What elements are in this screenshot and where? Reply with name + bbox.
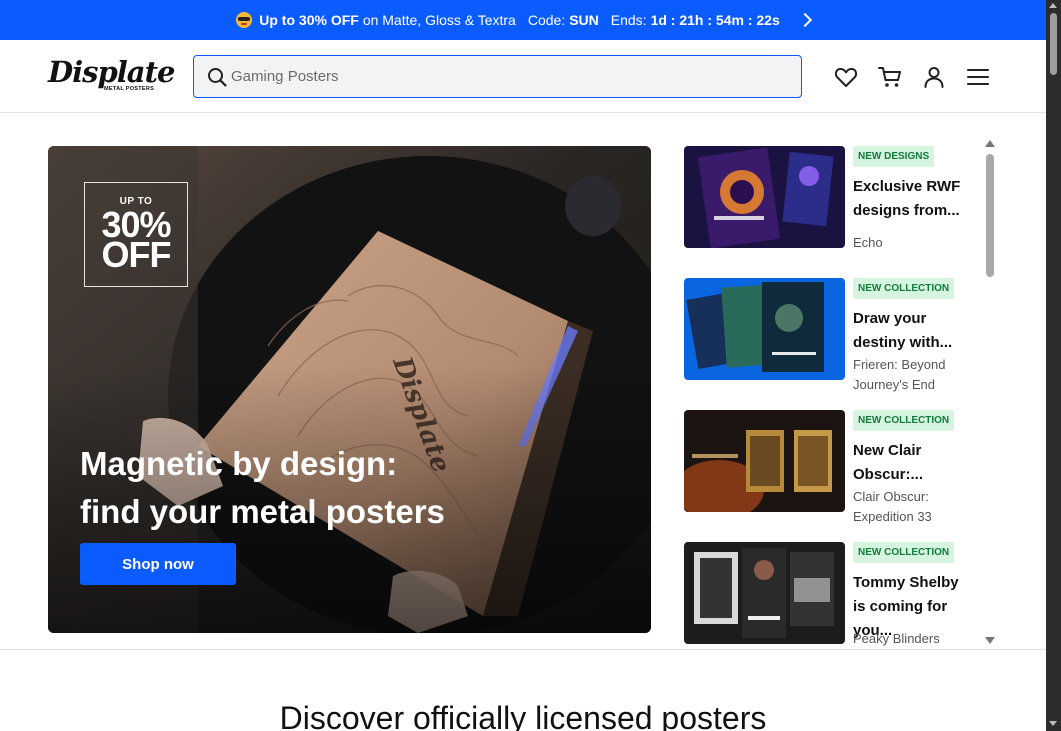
heart-icon[interactable] [833,64,859,90]
menu-icon[interactable] [965,64,991,90]
search-input[interactable] [231,68,791,85]
discount-badge: UP TO 30% OFF [84,182,188,287]
card-thumbnail [684,278,845,380]
discover-heading: Discover officially licensed posters [279,700,767,731]
site-header: Displate METAL POSTERS [0,40,1046,113]
card-tag: NEW COLLECTION [853,542,955,563]
list-item[interactable]: NEW COLLECTION New Clair Obscur:... Clai… [684,410,980,524]
featured-list-scrollbar[interactable] [984,140,996,650]
list-item[interactable]: NEW DESIGNS Exclusive RWF designs from..… [684,146,980,250]
user-icon[interactable] [921,64,947,90]
sunglasses-emoji-icon [236,12,253,28]
card-tag: NEW COLLECTION [853,278,955,299]
card-tag: NEW DESIGNS [853,146,935,167]
promo-banner[interactable]: Up to 30% OFF on Matte, Gloss & Textra C… [0,0,1046,40]
card-tag: NEW COLLECTION [853,410,955,431]
card-thumbnail [684,410,845,512]
shop-now-button[interactable]: Shop now [80,543,236,585]
promo-countdown: 1d : 21h : 54m : 22s [650,12,780,28]
card-subtitle: Clair Obscur: Expedition 33 [853,489,932,524]
card-title: New Clair Obscur:... [853,442,924,483]
hero-headline: Magnetic by design: find your metal post… [80,440,600,536]
scroll-down-arrow-icon[interactable] [985,637,995,644]
card-title: Draw your destiny with... [853,310,953,351]
card-subtitle: Frieren: Beyond Journey's End [853,357,946,392]
card-thumbnail [684,542,845,644]
chevron-right-icon[interactable] [797,12,812,28]
logo-wordmark: Displate [48,55,175,89]
scrollbar-thumb[interactable] [986,154,994,277]
logo-subtitle: METAL POSTERS [104,86,155,92]
card-thumbnail [684,146,845,248]
promo-code: SUN [569,12,599,28]
section-divider [0,649,1046,650]
search-icon [208,67,227,87]
list-item[interactable]: NEW COLLECTION Draw your destiny with...… [684,278,980,392]
page-scrollbar[interactable] [1046,0,1061,731]
featured-list: NEW DESIGNS Exclusive RWF designs from..… [684,146,980,649]
scroll-up-arrow-icon[interactable] [985,140,995,147]
hero-banner[interactable]: Displate UP TO 30% OFF Magnetic by desig… [48,146,651,633]
cart-icon[interactable] [877,64,903,90]
list-item[interactable]: NEW COLLECTION Tommy Shelby is coming fo… [684,542,980,646]
promo-code-label: Code: [527,12,566,28]
hero-headline-line2: find your metal posters [80,493,445,530]
promo-ends-label: Ends: [610,12,647,28]
card-subtitle: Peaky Blinders [853,631,940,646]
page-scroll-up-icon[interactable] [1049,3,1057,8]
page: Up to 30% OFF on Matte, Gloss & Textra C… [0,0,1061,731]
promo-text: on Matte, Gloss & Textra [362,12,516,28]
search-box[interactable] [193,55,802,98]
page-scrollbar-thumb[interactable] [1050,13,1057,75]
promo-headline: Up to 30% OFF [259,12,359,28]
badge-off: OFF [101,234,172,275]
displate-logo[interactable]: Displate METAL POSTERS [48,55,175,96]
hero-headline-line1: Magnetic by design: [80,445,398,482]
card-subtitle: Echo [853,235,883,250]
card-title: Exclusive RWF designs from... [853,178,961,219]
page-scroll-down-icon[interactable] [1049,721,1057,726]
